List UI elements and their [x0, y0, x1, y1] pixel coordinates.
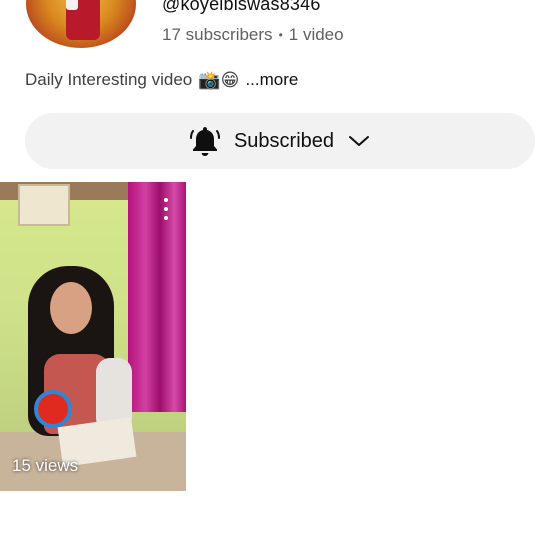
channel-description[interactable]: Daily Interesting video 📸😁 ...more [25, 70, 298, 90]
more-vert-icon[interactable] [160, 198, 172, 220]
bell-icon [189, 127, 220, 156]
description-emojis: 📸😁 [198, 70, 240, 90]
more-link[interactable]: ...more [245, 70, 298, 90]
subscriber-count: 17 subscribers [162, 25, 273, 44]
channel-handle: @koyelbiswas8346 [162, 0, 321, 14]
video-thumbnail[interactable]: 15 views [0, 182, 186, 491]
thumbnail-face [50, 282, 92, 334]
description-text: Daily Interesting video [25, 70, 193, 89]
subscribed-button[interactable]: Subscribed [25, 113, 535, 169]
more-dot [164, 207, 168, 211]
view-count: 15 views [12, 456, 79, 475]
thumbnail-curtain [128, 182, 186, 412]
channel-stats: 17 subscribers • 1 video [162, 25, 344, 45]
video-count: 1 video [288, 25, 344, 44]
thumbnail-toy [34, 390, 72, 428]
chevron-down-icon [349, 136, 370, 146]
more-dot [164, 198, 168, 202]
subscribed-label: Subscribed [233, 129, 335, 152]
channel-avatar[interactable] [26, 0, 136, 48]
more-dot [164, 216, 168, 220]
stats-separator: • [278, 28, 283, 42]
thumbnail-poster [18, 184, 70, 226]
avatar-bag [66, 0, 78, 10]
